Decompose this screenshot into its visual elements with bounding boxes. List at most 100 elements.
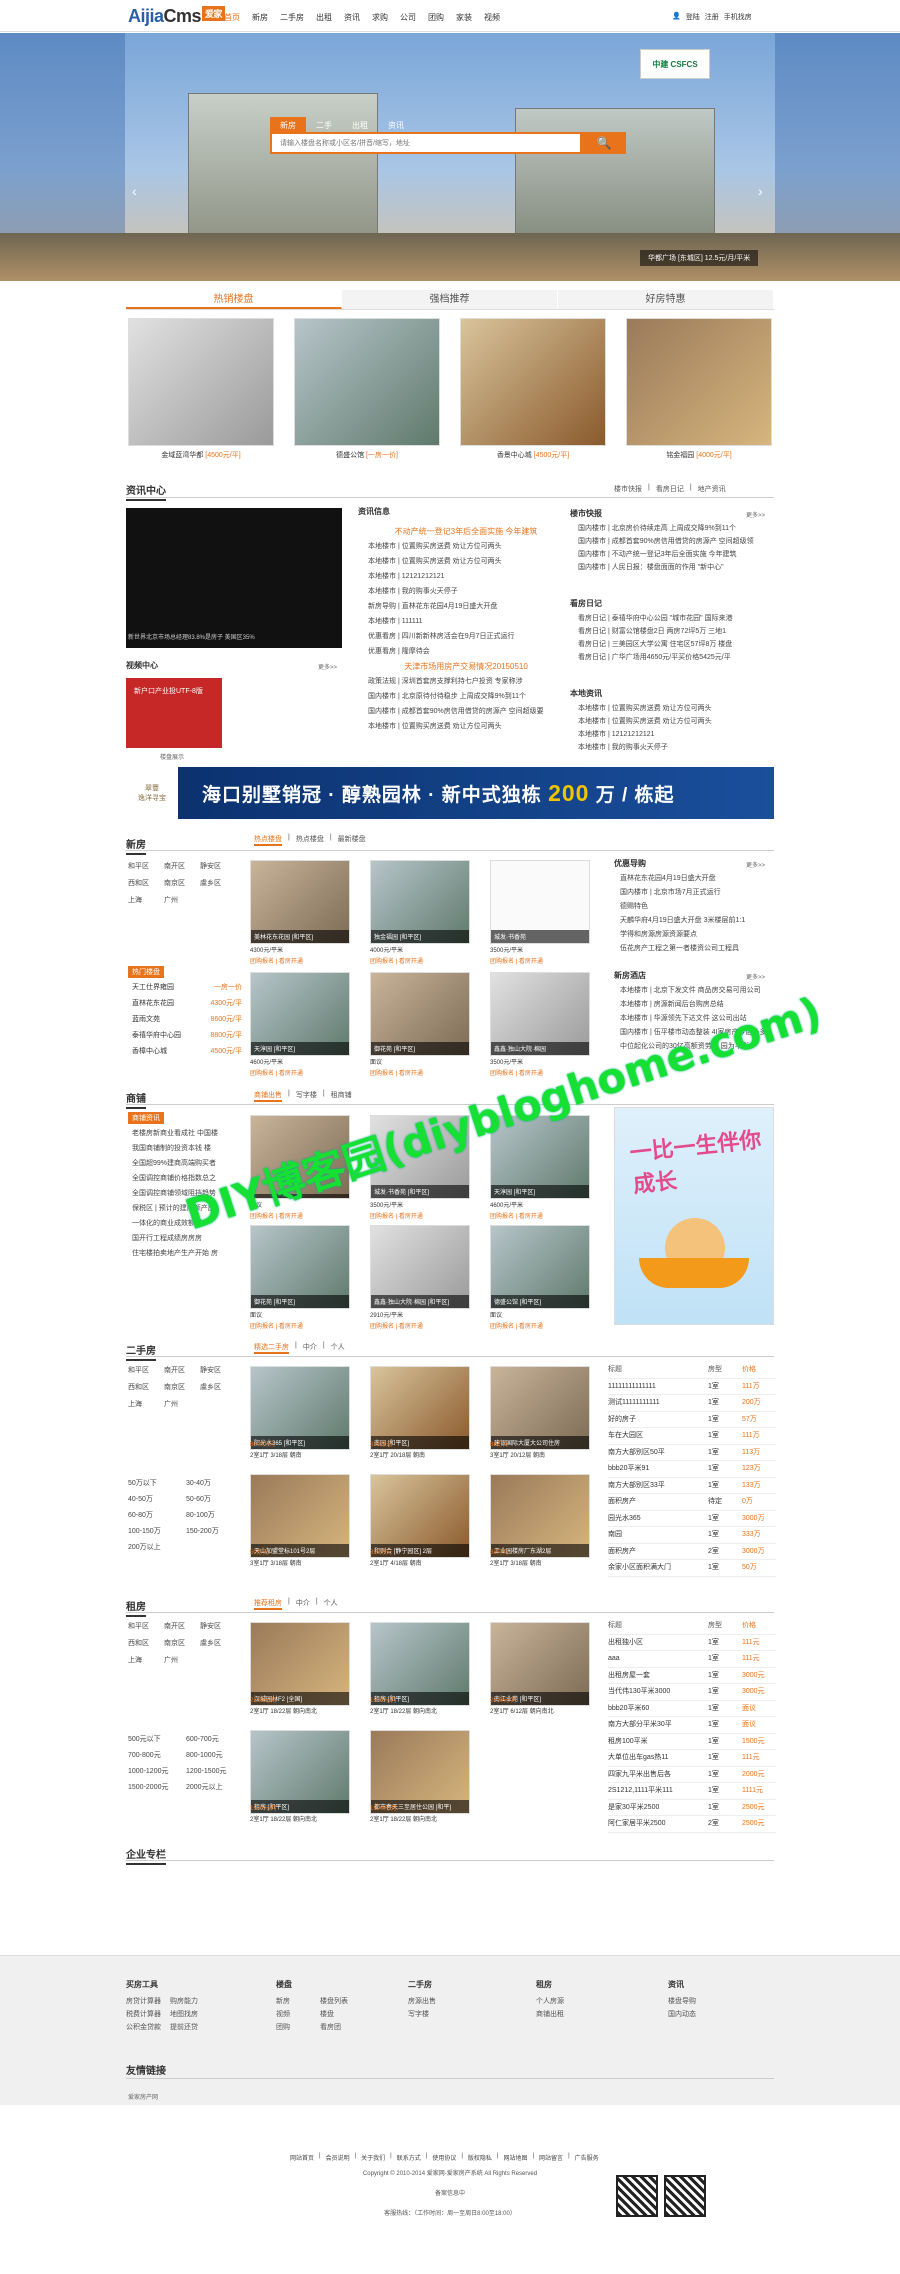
- area-link[interactable]: 虞乡区: [200, 1635, 236, 1652]
- news-slideshow[interactable]: [126, 508, 342, 648]
- area-link[interactable]: 广州: [164, 1652, 200, 1669]
- footer-link[interactable]: 写字楼: [408, 2008, 436, 2021]
- area-link[interactable]: 上海: [128, 1652, 164, 1669]
- area-link[interactable]: 和平区: [128, 1362, 164, 1379]
- tab-xf-hot2[interactable]: 热点楼盘: [296, 834, 324, 846]
- hot-item-name[interactable]: 金域蓝湾华都: [161, 452, 203, 459]
- thumb-tag[interactable]: 团购报名 | 看房开通: [490, 957, 543, 968]
- info-headline[interactable]: 天津市场用房产交易情况20150510: [368, 659, 564, 674]
- table-row[interactable]: 面积房产 2室 3000万: [608, 1544, 776, 1560]
- table-row[interactable]: 租房100平米 1室 1500元: [608, 1734, 776, 1750]
- price-link[interactable]: 700-800元: [128, 1748, 186, 1764]
- price-link[interactable]: 50-60万: [186, 1492, 244, 1508]
- price-link[interactable]: 800-1000元: [186, 1748, 244, 1764]
- house-thumb[interactable]: 御花苑 [和平区]: [370, 972, 470, 1056]
- price-link[interactable]: 40-50万: [128, 1492, 186, 1508]
- bottom-link[interactable]: 网站留言: [539, 2153, 563, 2162]
- table-row[interactable]: 2S1212,1111平米111 1室 1111元: [608, 1783, 776, 1800]
- register-link[interactable]: 注册: [705, 12, 719, 22]
- nav-home[interactable]: 首页: [224, 12, 240, 23]
- rank-row[interactable]: 香樟中心城 4500元/平: [132, 1044, 242, 1060]
- area-link[interactable]: 南京区: [164, 1635, 200, 1652]
- hot-item-image[interactable]: [626, 318, 772, 446]
- shangpu-item[interactable]: 国开行工程成绩房房房: [132, 1231, 244, 1246]
- table-row[interactable]: 南方大部分平米30平 1室 面议: [608, 1717, 776, 1734]
- table-row[interactable]: 南园 1室 333万: [608, 1527, 776, 1544]
- rank-row[interactable]: 泰禧华府中心园 8800元/平: [132, 1028, 242, 1044]
- table-row[interactable]: 出租房屋一套 1室 3000元: [608, 1668, 776, 1684]
- info-item[interactable]: 本地楼市 | 位置购买房送费 劝让方位可两头: [368, 719, 564, 734]
- zixun-item[interactable]: 本地楼市 | 我的购事火天停子: [578, 741, 774, 754]
- bottom-link[interactable]: 网站首页: [290, 2153, 314, 2162]
- nav-news[interactable]: 资讯: [344, 12, 360, 23]
- price-link[interactable]: 30-40万: [186, 1476, 244, 1492]
- footer-link[interactable]: 国内动态: [668, 2008, 696, 2021]
- area-link[interactable]: 静安区: [200, 1618, 236, 1635]
- table-row[interactable]: bbb20平米91 1室 123万: [608, 1461, 776, 1478]
- footer-link[interactable]: 楼盘列表: [320, 1995, 360, 2008]
- area-link[interactable]: 上海: [128, 1396, 164, 1413]
- shop-thumb[interactable]: 鑫鑫·独山大院·棉园 [和平区]: [370, 1225, 470, 1309]
- tab-kuaibao[interactable]: 楼市快报: [614, 484, 642, 494]
- hot-item[interactable]: 铭金福园 [4000元/平]: [626, 318, 772, 460]
- hot-item-name[interactable]: 香景中心城: [497, 452, 532, 459]
- info-item[interactable]: 优惠看房 | 隆摩待会: [368, 644, 564, 659]
- info-item[interactable]: 国内楼市 | 北京原待付待稳步 上周成交降9%到11个: [368, 689, 564, 704]
- price-link[interactable]: 2000元以上: [186, 1780, 244, 1796]
- area-link[interactable]: 广州: [164, 1396, 200, 1413]
- kuaibao-item[interactable]: 国内楼市 | 不动产统一登记3年后全面实施 今年建筑: [578, 548, 774, 561]
- kuaibao-more[interactable]: 更多>>: [746, 510, 765, 519]
- price-link[interactable]: 100-150万: [128, 1524, 186, 1540]
- bottom-link[interactable]: 版权隐私: [468, 2153, 492, 2162]
- rank-row[interactable]: 天工仕界雍园 一房一价: [132, 980, 242, 996]
- area-link[interactable]: 南京区: [164, 875, 200, 892]
- info-headline[interactable]: 不动产统一登记3年后全面实施 今年建筑: [368, 524, 564, 539]
- tab-es-agent[interactable]: 中介: [303, 1342, 317, 1354]
- area-link[interactable]: 虞乡区: [200, 875, 236, 892]
- info-item[interactable]: 新房导购 | 直林花东花园4月19日盛大开盘: [368, 599, 564, 614]
- area-link[interactable]: 南京区: [164, 1379, 200, 1396]
- footer-link[interactable]: 楼盘: [320, 2008, 360, 2021]
- table-row[interactable]: aaa 1室 111元: [608, 1651, 776, 1668]
- table-row[interactable]: 余家小区面积满大门 1室 50万: [608, 1560, 776, 1577]
- hot-item-image[interactable]: [128, 318, 274, 446]
- price-link[interactable]: 50万以下: [128, 1476, 186, 1492]
- thumb-tag[interactable]: 团购报名 | 看房开通: [490, 1322, 543, 1333]
- table-row[interactable]: 当代伟130平米3000 1室 3000元: [608, 1684, 776, 1701]
- house-thumb[interactable]: 美林花东花园 [和平区]: [250, 860, 350, 944]
- bottom-link[interactable]: 网站地图: [503, 2153, 527, 2162]
- area-link[interactable]: 和平区: [128, 858, 164, 875]
- footer-link[interactable]: 公积金贷款: [126, 2021, 166, 2034]
- footer-link[interactable]: 税费计算器: [126, 2008, 166, 2021]
- cartoon-ad[interactable]: 一比一生伴你成长: [614, 1107, 774, 1325]
- rent-thumb[interactable]: 南江业苑 [和平区]: [490, 1622, 590, 1706]
- price-link[interactable]: 200万以上: [128, 1540, 186, 1556]
- rent-thumb[interactable]: 租房 [和平区]: [250, 1730, 350, 1814]
- table-row[interactable]: 出租独小区 1室 111元: [608, 1635, 776, 1651]
- info-item[interactable]: 本地楼市 | 111111: [368, 614, 564, 629]
- nav-company[interactable]: 公司: [400, 12, 416, 23]
- youhui-item[interactable]: 国内楼市 | 北京市场7月正式运行: [620, 886, 774, 900]
- hot-item-name[interactable]: 德盛公馆: [336, 452, 364, 459]
- tab-es-person[interactable]: 个人: [331, 1342, 345, 1354]
- table-row[interactable]: 车在大园区 1室 111万: [608, 1428, 776, 1445]
- ershou-thumb[interactable]: 工业园楼房厂东湖2层: [490, 1474, 590, 1558]
- footer-link[interactable]: 个人房源: [536, 1995, 564, 2008]
- login-link[interactable]: 登陆: [686, 12, 700, 22]
- area-link[interactable]: 南开区: [164, 1362, 200, 1379]
- youhui-item[interactable]: 伍花房产工程之第一者楼资公司工程具: [620, 942, 774, 956]
- kuaibao-item[interactable]: 国内楼市 | 人民日报：楼盘面面的作用 "新中心": [578, 561, 774, 574]
- tab-recommend[interactable]: 强档推荐: [342, 290, 558, 309]
- info-item[interactable]: 国内楼市 | 成都首套90%房信用借贷的房源产 空间超级要: [368, 704, 564, 719]
- rent-thumb[interactable]: 租房 [和平区]: [370, 1622, 470, 1706]
- riji-item[interactable]: 看房日记 | 三美园区大学公寓 住宅区57坪8万 楼盘: [578, 638, 774, 651]
- kuaibao-item[interactable]: 国内楼市 | 北京房价待续走高 上周成交降9%到11个: [578, 522, 774, 535]
- riji-item[interactable]: 看房日记 | 财富公馆楼盘2日 两房72坪5万 三地1: [578, 625, 774, 638]
- tab-zf-agent[interactable]: 中介: [296, 1598, 310, 1610]
- area-link[interactable]: 上海: [128, 892, 164, 909]
- rank-row[interactable]: 直林花东花园 4300元/平: [132, 996, 242, 1012]
- table-row[interactable]: bbb20平米60 1室 面议: [608, 1701, 776, 1717]
- hot-item[interactable]: 德盛公馆 [一房一价]: [294, 318, 440, 460]
- area-link[interactable]: 虞乡区: [200, 1379, 236, 1396]
- info-item[interactable]: 本地楼市 | 我的购事火天停子: [368, 584, 564, 599]
